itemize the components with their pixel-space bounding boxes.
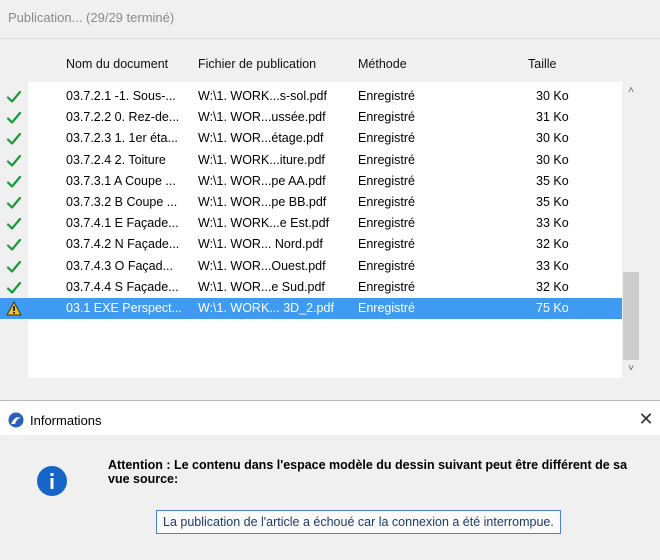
table-row[interactable]: 03.7.4.4 S Façade... W:\1. WOR...e Sud.pd… (6, 277, 628, 298)
dialog-titlebar: Informations ✕ (0, 401, 660, 435)
vertical-scrollbar[interactable]: ˄ ˅ (622, 82, 640, 378)
informations-dialog: Informations ✕ Attention : Le contenu da… (0, 400, 660, 560)
row-method: Enregistré (358, 301, 415, 315)
row-file: W:\1. WORK...iture.pdf (198, 152, 325, 167)
table-row[interactable]: 03.1 EXE Perspect... W:\1. WORK... 3D_2.p… (0, 298, 628, 319)
row-size: 32 Ko (536, 237, 569, 252)
dialog-body: Attention : Le contenu dans l'espace mod… (0, 435, 660, 560)
row-name: 03.7.2.4 2. Toiture (66, 152, 166, 167)
row-size: 30 Ko (536, 89, 569, 103)
row-size: 32 Ko (536, 279, 569, 294)
dialog-message: Attention : Le contenu dans l'espace mod… (108, 458, 628, 486)
row-name: 03.7.4.1 E Façade... (66, 216, 179, 231)
row-file: W:\1. WOR... Nord.pdf (198, 237, 323, 252)
row-name: 03.7.4.3 O Façad... (66, 258, 174, 273)
scroll-thumb[interactable] (623, 272, 639, 360)
table-row[interactable]: 03.7.3.2 B Coupe ... W:\1. WOR...pe BB.pd… (6, 192, 628, 213)
column-header-size[interactable]: Taille (528, 57, 557, 71)
publication-window: Publication... (29/29 terminé) Nom du do… (0, 0, 660, 400)
table-row[interactable]: 03.7.2.1 -1. Sous-... W:\1. WORK...s-sol.… (6, 86, 628, 107)
close-icon[interactable]: ✕ (634, 407, 658, 431)
row-name: 03.7.2.3 1. 1er éta... (66, 131, 178, 146)
table-row[interactable]: 03.7.2.3 1. 1er éta... W:\1. WOR...étage.… (6, 128, 628, 149)
row-name: 03.7.3.1 A Coupe ... (66, 173, 176, 188)
row-method: Enregistré (358, 279, 415, 294)
row-size: 35 Ko (536, 195, 569, 209)
row-method: Enregistré (358, 216, 415, 231)
info-icon (36, 465, 68, 497)
row-name: 03.1 EXE Perspect... (66, 301, 183, 315)
row-name: 03.7.2.1 -1. Sous-... (66, 89, 176, 103)
row-method: Enregistré (358, 237, 415, 252)
row-size: 35 Ko (536, 173, 569, 188)
table-row[interactable]: 03.7.2.2 0. Rez-de... W:\1. WOR...ussée.p… (6, 107, 628, 128)
row-method: Enregistré (358, 110, 415, 125)
row-file: W:\1. WOR...Ouest.pdf (198, 258, 326, 273)
row-method: Enregistré (358, 131, 415, 146)
row-name: 03.7.2.2 0. Rez-de... (66, 110, 180, 125)
warning-icon (4, 298, 26, 322)
row-size: 33 Ko (536, 216, 569, 231)
column-header-method[interactable]: Méthode (358, 57, 407, 71)
row-size: 31 Ko (536, 110, 569, 125)
row-method: Enregistré (358, 89, 415, 103)
row-method: Enregistré (358, 195, 415, 209)
table-row[interactable]: 03.7.4.3 O Façad... W:\1. WOR...Ouest.pdf… (6, 256, 628, 277)
table-row[interactable]: 03.7.3.1 A Coupe ... W:\1. WOR...pe AA.pd… (6, 171, 628, 192)
row-file: W:\1. WOR...pe AA.pdf (198, 173, 326, 188)
scroll-up-icon[interactable]: ˄ (622, 82, 640, 100)
row-size: 33 Ko (536, 258, 569, 273)
row-file: W:\1. WOR...ussée.pdf (198, 110, 326, 125)
row-file: W:\1. WORK...s-sol.pdf (198, 89, 327, 103)
publication-list[interactable]: 03.7.2.1 -1. Sous-... W:\1. WORK...s-sol.… (0, 82, 640, 378)
row-method: Enregistré (358, 152, 415, 167)
table-row[interactable]: 03.7.2.4 2. Toiture W:\1. WORK...iture.pd… (6, 150, 628, 171)
row-file: W:\1. WOR...pe BB.pdf (198, 195, 327, 209)
table-row[interactable]: 03.7.4.1 E Façade... W:\1. WORK...e Est.p… (6, 213, 628, 234)
scroll-down-icon[interactable]: ˅ (622, 360, 640, 378)
row-file: W:\1. WOR...e Sud.pdf (198, 279, 325, 294)
row-size: 30 Ko (536, 152, 569, 167)
row-file: W:\1. WORK... 3D_2.pdf (198, 301, 334, 315)
row-file: W:\1. WORK...e Est.pdf (198, 216, 330, 231)
dialog-detail-button[interactable]: La publication de l'article a échoué car… (156, 510, 561, 534)
publication-title: Publication... (29/29 terminé) (8, 10, 175, 25)
row-size: 75 Ko (536, 301, 569, 315)
row-method: Enregistré (358, 173, 415, 188)
row-name: 03.7.3.2 B Coupe ... (66, 195, 178, 209)
app-logo-icon (8, 412, 24, 428)
table-row[interactable]: 03.7.4.2 N Façade... W:\1. WOR... Nord.pd… (6, 234, 628, 255)
title-divider (0, 38, 660, 39)
row-name: 03.7.4.2 N Façade... (66, 237, 180, 252)
column-header-file[interactable]: Fichier de publication (198, 57, 316, 71)
row-size: 30 Ko (536, 131, 569, 146)
row-file: W:\1. WOR...étage.pdf (198, 131, 324, 146)
row-method: Enregistré (358, 258, 415, 273)
column-headers: Nom du document Fichier de publication M… (0, 57, 660, 75)
dialog-title: Informations (30, 413, 102, 428)
row-name: 03.7.4.4 S Façade... (66, 279, 179, 294)
column-header-name[interactable]: Nom du document (66, 57, 168, 71)
